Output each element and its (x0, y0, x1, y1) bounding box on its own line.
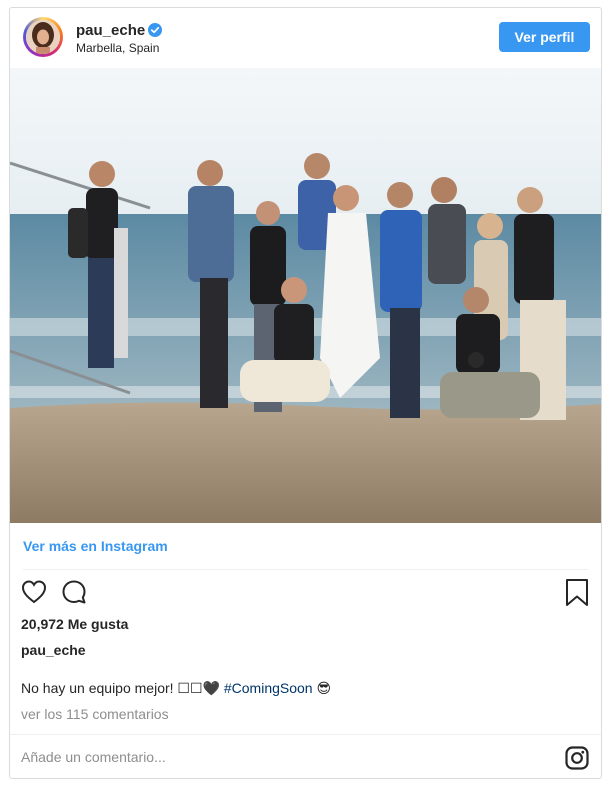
avatar[interactable] (23, 17, 63, 57)
comment-input[interactable] (21, 745, 541, 769)
owner-name[interactable]: pau_eche (21, 642, 86, 658)
hashtag-link[interactable]: #ComingSoon (224, 680, 313, 696)
post-photo[interactable] (10, 68, 601, 523)
beach-group-photo (10, 68, 601, 523)
bookmark-icon[interactable] (564, 578, 590, 608)
divider (23, 569, 588, 570)
verified-badge-icon (148, 23, 162, 37)
see-more-instagram-link[interactable]: Ver más en Instagram (23, 538, 168, 554)
heart-icon[interactable] (20, 578, 48, 606)
instagram-glyph-icon[interactable] (565, 746, 589, 770)
view-comments-link[interactable]: ver los 115 comentarios (21, 706, 169, 722)
caption-emoji: 😎 (312, 680, 332, 696)
caption-text: No hay un equipo mejor! ☐☐🖤 (21, 680, 224, 696)
likes-count[interactable]: 20,972 Me gusta (21, 616, 128, 632)
avatar-photo (26, 20, 60, 54)
comment-row (10, 734, 601, 780)
view-profile-button[interactable]: Ver perfil (499, 22, 590, 52)
comment-icon[interactable] (60, 578, 88, 606)
instagram-embed-card: pau_eche Marbella, Spain Ver perfil Ver … (9, 7, 602, 779)
post-header: pau_eche Marbella, Spain Ver perfil (10, 8, 601, 68)
location-link[interactable]: Marbella, Spain (76, 41, 159, 55)
caption: No hay un equipo mejor! ☐☐🖤 #ComingSoon … (21, 680, 331, 697)
username[interactable]: pau_eche (76, 22, 145, 39)
